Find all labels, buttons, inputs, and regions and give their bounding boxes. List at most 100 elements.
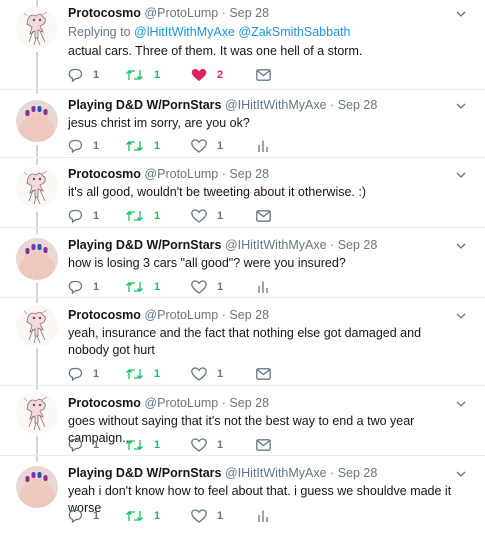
like-count: 2 [217,69,224,81]
avatar[interactable] [16,238,58,280]
display-name[interactable]: Playing D&D W/PornStars [68,98,222,112]
like-button[interactable]: 1 [191,208,223,224]
like-button[interactable]: 1 [191,508,223,524]
timestamp[interactable]: Sep 28 [338,98,378,112]
heart-icon [191,367,207,381]
retweet-button[interactable]: 1 [125,366,160,382]
heart-icon [191,209,207,223]
chevron-down-icon[interactable] [455,310,467,322]
direct-message-button[interactable] [256,366,271,382]
tweet[interactable]: Protocosmo @ProtoLump · Sep 28 yeah, ins… [0,298,485,386]
tweet-activity-button[interactable] [256,279,270,295]
avatar[interactable] [16,7,58,49]
timestamp[interactable]: Sep 28 [338,466,378,480]
chevron-down-icon[interactable] [455,398,467,410]
chevron-down-icon[interactable] [455,169,467,181]
chevron-down-icon[interactable] [455,8,467,20]
reply-icon [68,139,83,153]
username-handle[interactable]: @ProtoLump [144,167,218,181]
retweet-icon [126,70,143,80]
avatar[interactable] [16,100,58,142]
display-name[interactable]: Protocosmo [68,167,141,181]
timestamp[interactable]: Sep 28 [229,167,269,181]
like-count: 1 [217,210,224,222]
retweet-button[interactable]: 1 [125,279,160,295]
username-handle[interactable]: @ProtoLump [144,6,218,20]
chevron-down-icon[interactable] [455,100,467,112]
tweet-activity-button[interactable] [256,138,270,154]
tweet[interactable]: Protocosmo @ProtoLump · Sep 28 Replying … [0,0,485,90]
reply-icon [68,367,83,381]
sketch-avatar-icon [16,7,58,49]
username-handle[interactable]: @ProtoLump [144,308,218,322]
timestamp[interactable]: Sep 28 [229,396,269,410]
reply-button[interactable]: 1 [68,437,99,453]
tweet-text: it's all good, wouldn't be tweeting abou… [68,185,366,199]
reply-button[interactable]: 1 [68,508,99,524]
timestamp[interactable]: Sep 28 [338,238,378,252]
reply-count: 1 [93,510,100,522]
username-handle[interactable]: @IHitItWithMyAxe [225,466,327,480]
direct-message-button[interactable] [256,437,271,453]
reply-icon [68,509,83,523]
retweet-icon [126,369,143,379]
reply-button[interactable]: 1 [68,138,99,154]
retweet-button[interactable]: 1 [125,437,160,453]
separator-dot: · [221,6,226,20]
retweet-count: 1 [154,510,161,522]
heart-icon [191,438,207,452]
reply-icon [68,438,83,452]
reply-button[interactable]: 1 [68,366,99,382]
direct-message-button[interactable] [256,67,271,83]
display-name[interactable]: Protocosmo [68,6,141,20]
tweet[interactable]: Playing D&D W/PornStars @IHitItWithMyAxe… [0,228,485,298]
avatar[interactable] [16,166,58,208]
display-name[interactable]: Protocosmo [68,396,141,410]
chevron-down-icon[interactable] [455,240,467,252]
reply-button[interactable]: 1 [68,208,99,224]
retweet-count: 1 [154,281,161,293]
direct-message-button[interactable] [256,208,271,224]
avatar[interactable] [16,305,58,347]
reply-button[interactable]: 1 [68,279,99,295]
like-button[interactable]: 1 [191,138,223,154]
display-name[interactable]: Playing D&D W/PornStars [68,238,222,252]
reply-button[interactable]: 1 [68,67,99,83]
username-handle[interactable]: @IHitItWithMyAxe [225,238,327,252]
tweet[interactable]: Protocosmo @ProtoLump · Sep 28 goes with… [0,386,485,456]
username-handle[interactable]: @ProtoLump [144,396,218,410]
retweet-button[interactable]: 1 [125,208,160,224]
reply-count: 1 [93,210,100,222]
retweet-icon [126,511,143,521]
tweet[interactable]: Playing D&D W/PornStars @IHitItWithMyAxe… [0,90,485,158]
nails-avatar-icon [16,238,58,280]
display-name[interactable]: Playing D&D W/PornStars [68,466,222,480]
username-handle[interactable]: @IHitItWithMyAxe [225,98,327,112]
mention-links[interactable]: @lHitItWithMyAxe @ZakSmithSabbath [134,25,350,39]
retweet-button[interactable]: 1 [125,508,160,524]
like-button[interactable]: 1 [191,366,223,382]
mail-icon [256,210,271,222]
reply-count: 1 [93,281,100,293]
like-button[interactable]: 2 [191,67,223,83]
timestamp[interactable]: Sep 28 [229,6,269,20]
reply-icon [68,68,83,82]
display-name[interactable]: Protocosmo [68,308,141,322]
chevron-down-icon[interactable] [455,468,467,480]
avatar[interactable] [16,466,58,508]
retweet-button[interactable]: 1 [125,138,160,154]
tweet-header: Protocosmo @ProtoLump · Sep 28 [68,308,445,323]
retweet-button[interactable]: 1 [125,67,160,83]
like-button[interactable]: 1 [191,437,223,453]
like-button[interactable]: 1 [191,279,223,295]
like-count: 1 [217,439,224,451]
sketch-avatar-icon [16,392,58,434]
tweet[interactable]: Playing D&D W/PornStars @IHitItWithMyAxe… [0,456,485,537]
avatar[interactable] [16,392,58,434]
nails-avatar-icon [16,466,58,508]
timestamp[interactable]: Sep 28 [229,308,269,322]
separator-dot: · [330,466,335,480]
tweet-activity-button[interactable] [256,508,270,524]
reply-count: 1 [93,69,100,81]
tweet[interactable]: Protocosmo @ProtoLump · Sep 28 it's all … [0,158,485,228]
